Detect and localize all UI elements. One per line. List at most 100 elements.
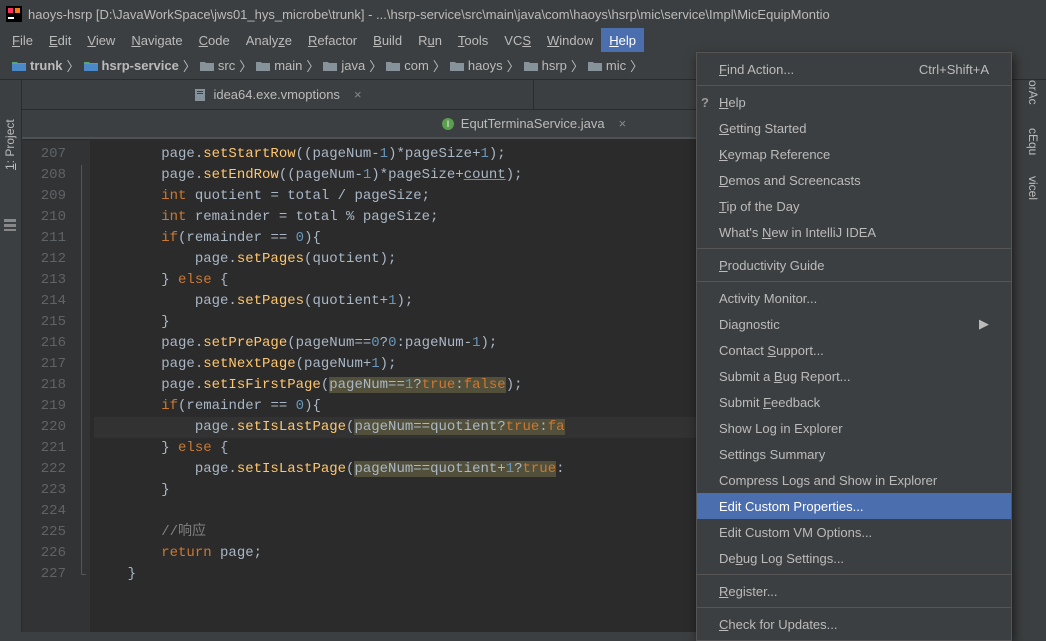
menu-item-register[interactable]: Register... <box>697 578 1011 604</box>
menu-item-productivity-guide[interactable]: Productivity Guide <box>697 252 1011 278</box>
menu-item-keymap-reference[interactable]: Keymap Reference <box>697 141 1011 167</box>
right-tab-a[interactable]: orAc <box>1026 80 1040 105</box>
line-number: 218 <box>22 375 66 396</box>
menu-analyze[interactable]: Analyze <box>238 28 300 52</box>
submenu-arrow-icon: ▶ <box>979 316 989 332</box>
menu-item-label: Find Action... <box>719 62 794 77</box>
menu-refactor[interactable]: Refactor <box>300 28 365 52</box>
menu-item-help[interactable]: ? Help <box>697 89 1011 115</box>
file-icon <box>193 88 207 102</box>
menu-item-label: What's New in IntelliJ IDEA <box>719 225 876 240</box>
menu-item-contact-support[interactable]: Contact Support... <box>697 337 1011 363</box>
chevron-right-icon: 〉 <box>433 56 446 75</box>
breadcrumb-item[interactable]: com <box>382 58 433 73</box>
question-icon: ? <box>701 95 709 110</box>
menu-item-what-s-new-in-intellij-idea[interactable]: What's New in IntelliJ IDEA <box>697 219 1011 245</box>
menu-item-show-log-in-explorer[interactable]: Show Log in Explorer <box>697 415 1011 441</box>
menu-item-label: Edit Custom Properties... <box>719 499 864 514</box>
menu-item-label: Register... <box>719 584 778 599</box>
menu-build[interactable]: Build <box>365 28 410 52</box>
menu-code[interactable]: Code <box>191 28 238 52</box>
tab-label: idea64.exe.vmoptions <box>213 87 339 102</box>
breadcrumb-item[interactable]: haoys <box>446 58 507 73</box>
menu-item-debug-log-settings[interactable]: Debug Log Settings... <box>697 545 1011 571</box>
line-number: 227 <box>22 564 66 585</box>
project-tool-button[interactable]: 1: Project <box>3 119 17 170</box>
chevron-right-icon: 〉 <box>571 56 584 75</box>
menu-help[interactable]: Help <box>601 28 644 52</box>
menu-tools[interactable]: Tools <box>450 28 496 52</box>
structure-icon[interactable] <box>3 218 17 232</box>
menu-item-label: Help <box>719 95 746 110</box>
breadcrumb-item[interactable]: mic <box>584 58 630 73</box>
menu-item-settings-summary[interactable]: Settings Summary <box>697 441 1011 467</box>
breadcrumb-item[interactable]: java <box>319 58 369 73</box>
menu-window[interactable]: Window <box>539 28 601 52</box>
title-bar: haoys-hsrp [D:\JavaWorkSpace\jws01_hys_m… <box>0 0 1046 28</box>
menu-item-label: Check for Updates... <box>719 617 838 632</box>
chevron-right-icon: 〉 <box>369 56 382 75</box>
chevron-right-icon: 〉 <box>239 56 252 75</box>
menu-item-edit-custom-properties[interactable]: Edit Custom Properties... <box>697 493 1011 519</box>
line-number: 215 <box>22 312 66 333</box>
svg-text:I: I <box>447 119 450 129</box>
menu-item-edit-custom-vm-options[interactable]: Edit Custom VM Options... <box>697 519 1011 545</box>
menu-item-find-action[interactable]: Find Action... Ctrl+Shift+A <box>697 56 1011 82</box>
menu-navigate[interactable]: Navigate <box>123 28 190 52</box>
menu-item-getting-started[interactable]: Getting Started <box>697 115 1011 141</box>
menu-edit[interactable]: Edit <box>41 28 79 52</box>
line-number: 210 <box>22 207 66 228</box>
right-tab-b[interactable]: cEqu <box>1026 128 1040 155</box>
close-icon[interactable]: × <box>354 87 362 102</box>
menu-item-label: Productivity Guide <box>719 258 825 273</box>
line-number-gutter: 2072082092102112122132142152162172182192… <box>22 140 76 632</box>
menu-separator <box>697 281 1011 282</box>
chevron-right-icon: 〉 <box>67 56 80 75</box>
menu-item-submit-a-bug-report[interactable]: Submit a Bug Report... <box>697 363 1011 389</box>
line-number: 208 <box>22 165 66 186</box>
menu-item-demos-and-screencasts[interactable]: Demos and Screencasts <box>697 167 1011 193</box>
close-icon[interactable]: × <box>619 116 627 131</box>
chevron-right-icon: 〉 <box>507 56 520 75</box>
line-number: 221 <box>22 438 66 459</box>
menu-item-tip-of-the-day[interactable]: Tip of the Day <box>697 193 1011 219</box>
menu-item-label: Keymap Reference <box>719 147 830 162</box>
menu-separator <box>697 574 1011 575</box>
line-number: 211 <box>22 228 66 249</box>
menu-item-label: Debug Log Settings... <box>719 551 844 566</box>
menu-item-submit-feedback[interactable]: Submit Feedback <box>697 389 1011 415</box>
help-dropdown: Find Action... Ctrl+Shift+A? Help Getting S… <box>696 52 1012 641</box>
menu-run[interactable]: Run <box>410 28 450 52</box>
menu-item-diagnostic[interactable]: Diagnostic▶ <box>697 311 1011 337</box>
window-title: haoys-hsrp [D:\JavaWorkSpace\jws01_hys_m… <box>28 7 830 22</box>
menu-item-compress-logs-and-show-in-explorer[interactable]: Compress Logs and Show in Explorer <box>697 467 1011 493</box>
menu-item-label: Edit Custom VM Options... <box>719 525 872 540</box>
line-number: 222 <box>22 459 66 480</box>
menu-separator <box>697 85 1011 86</box>
line-number: 209 <box>22 186 66 207</box>
right-tab-c[interactable]: vicel <box>1026 176 1040 200</box>
menu-item-label: Demos and Screencasts <box>719 173 861 188</box>
line-number: 224 <box>22 501 66 522</box>
breadcrumb-item[interactable]: hsrp <box>520 58 571 73</box>
menu-shortcut: Ctrl+Shift+A <box>919 62 989 77</box>
line-number: 214 <box>22 291 66 312</box>
line-number: 219 <box>22 396 66 417</box>
breadcrumb-item[interactable]: trunk <box>8 58 67 73</box>
fold-gutter <box>76 140 90 632</box>
line-number: 216 <box>22 333 66 354</box>
menu-item-activity-monitor[interactable]: Activity Monitor... <box>697 285 1011 311</box>
breadcrumb-item[interactable]: src <box>196 58 239 73</box>
chevron-right-icon: 〉 <box>183 56 196 75</box>
editor-tab-vmoptions[interactable]: idea64.exe.vmoptions × <box>22 80 534 109</box>
interface-icon: I <box>441 117 455 131</box>
menu-separator <box>697 248 1011 249</box>
menu-view[interactable]: View <box>79 28 123 52</box>
menu-item-label: Getting Started <box>719 121 806 136</box>
menu-vcs[interactable]: VCS <box>496 28 539 52</box>
breadcrumb-item[interactable]: hsrp-service <box>80 58 183 73</box>
chevron-right-icon: 〉 <box>630 56 643 75</box>
breadcrumb-item[interactable]: main <box>252 58 306 73</box>
menu-file[interactable]: File <box>4 28 41 52</box>
menu-item-check-for-updates[interactable]: Check for Updates... <box>697 611 1011 637</box>
